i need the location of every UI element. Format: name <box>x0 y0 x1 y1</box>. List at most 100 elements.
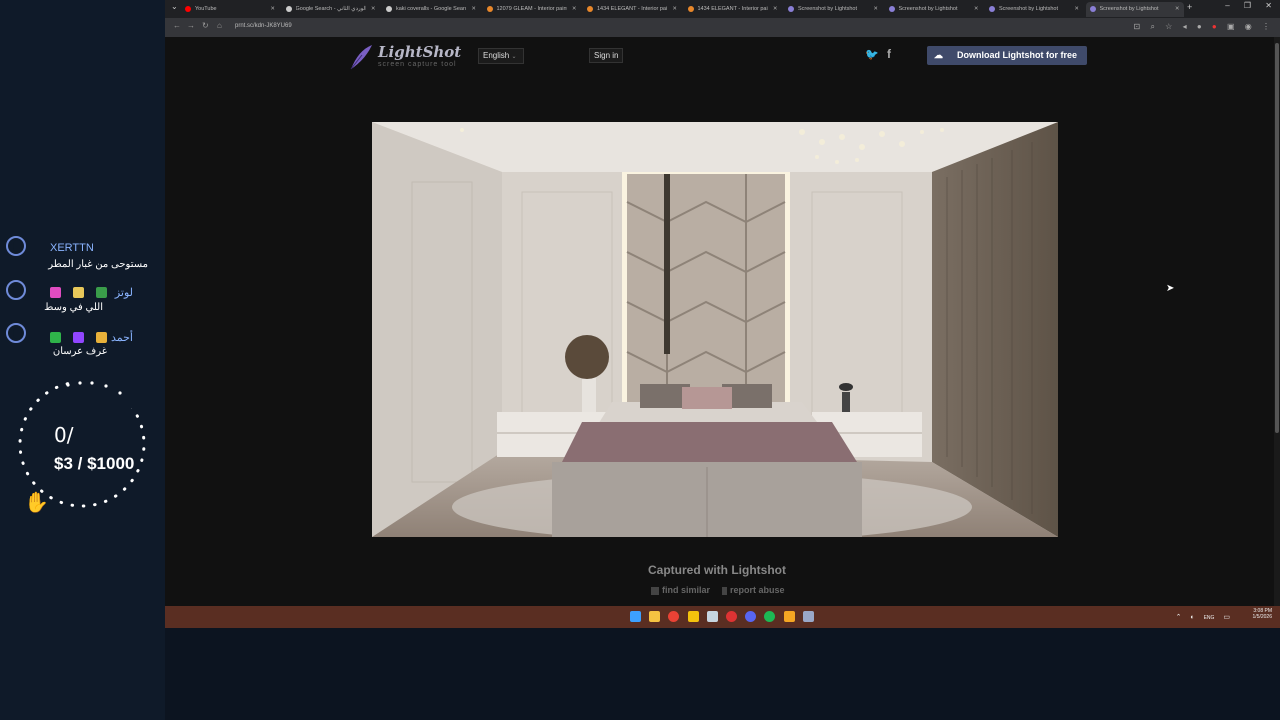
reload-icon[interactable]: ↻ <box>202 21 209 30</box>
url-field[interactable]: prnt.sc/kdn-JK8YU69 <box>235 23 292 29</box>
browser-tab[interactable]: kaki coveralls - Google Search ✕ <box>382 2 480 17</box>
logo-subtitle: screen capture tool <box>378 61 457 68</box>
browser-tab[interactable]: Google Search - الوردي الثاني ✕ <box>282 2 380 17</box>
chat-username: أحمد <box>111 332 133 344</box>
page-scrollbar[interactable] <box>1274 37 1280 607</box>
restore-icon[interactable]: ❐ <box>1244 1 1251 10</box>
obs-icon[interactable] <box>726 611 737 622</box>
windows-icon[interactable] <box>630 611 641 622</box>
explorer-icon[interactable] <box>649 611 661 622</box>
hand-icon: ✋ <box>24 492 49 514</box>
bookmark-star-icon[interactable]: ☆ <box>1165 22 1172 31</box>
tab-close-icon[interactable]: ✕ <box>974 2 979 17</box>
badge-icon <box>50 286 61 298</box>
browser-tab[interactable]: Screenshot by Lightshot ✕ <box>985 2 1083 17</box>
sign-in-button[interactable]: Sign in <box>589 48 624 63</box>
download-label: Download Lightshot for free <box>957 50 1077 60</box>
logo-name: LightShot <box>378 43 462 61</box>
twitter-icon[interactable]: 🐦 <box>865 48 879 61</box>
close-icon[interactable]: ✕ <box>1265 1 1272 10</box>
chat-message: لوتز اللي في وسط <box>0 280 165 324</box>
tab-favicon-icon <box>285 6 292 12</box>
tab-close-icon[interactable]: ✕ <box>873 2 878 17</box>
moon-icon <box>6 236 26 256</box>
chat-username: لوتز <box>114 287 133 299</box>
tab-search-icon[interactable]: ⌄ <box>171 2 178 11</box>
clock[interactable]: 3:08 PM 1/5/2026 <box>1253 608 1272 620</box>
tab-favicon-icon <box>1089 6 1096 12</box>
extension-icon[interactable]: ● <box>1197 22 1202 31</box>
facebook-icon[interactable]: f <box>887 47 891 61</box>
browser-tab[interactable]: Screenshot by Lightshot ✕ <box>885 2 983 17</box>
page-header: LightShot screen capture tool English ⌄ … <box>165 37 1280 75</box>
mouse-cursor-icon: ➤ <box>1166 283 1175 294</box>
forward-icon[interactable]: → <box>187 21 195 30</box>
chat-badges <box>50 331 116 343</box>
new-tab-button[interactable]: + <box>1187 2 1192 12</box>
tab-label: Screenshot by Lightshot <box>798 6 858 12</box>
tab-close-icon[interactable]: ✕ <box>471 2 476 17</box>
language-indicator[interactable]: ENG <box>1204 615 1215 621</box>
report-abuse-link[interactable]: report abuse <box>722 585 785 595</box>
media-icon[interactable]: ◂ <box>1183 22 1187 31</box>
find-similar-label: find similar <box>662 585 711 595</box>
browser-tab[interactable]: YouTube ✕ <box>181 2 279 17</box>
profile-icon[interactable]: ◉ <box>1245 22 1252 31</box>
terminal-icon[interactable] <box>783 611 795 622</box>
tab-close-icon[interactable]: ✕ <box>1175 2 1180 17</box>
browser-tab[interactable]: Screenshot by Lightshot ✕ <box>784 2 882 17</box>
back-icon[interactable]: ← <box>173 21 181 30</box>
notes-icon[interactable] <box>687 611 699 622</box>
browser-tab[interactable]: Screenshot by Lightshot ✕ <box>1085 2 1184 17</box>
settings-icon[interactable] <box>802 611 814 622</box>
browser-tab[interactable]: 1434 ELEGANT - Interior paint ✕ <box>583 2 681 17</box>
tab-close-icon[interactable]: ✕ <box>270 2 275 17</box>
extension-icon[interactable]: ● <box>1212 22 1217 31</box>
moon-icon <box>6 323 26 343</box>
home-icon[interactable]: ⌂ <box>217 21 222 30</box>
browser-toolbar-icons: ⊡ ⌕ ☆ ◂ ● ● ▣ ◉ ⋮ <box>1126 22 1270 32</box>
tray-chevron-icon[interactable]: ⌃ <box>1176 614 1182 621</box>
tab-close-icon[interactable]: ✕ <box>371 2 376 17</box>
feather-icon <box>350 45 372 70</box>
find-similar-link[interactable]: find similar <box>651 585 710 595</box>
donation-goal: 0/ $3 / $1000 ✋ <box>10 378 160 518</box>
badge-icon <box>73 286 85 298</box>
tab-label: YouTube <box>195 6 217 12</box>
zoom-icon[interactable]: ⌕ <box>1150 22 1154 31</box>
tab-close-icon[interactable]: ✕ <box>572 2 577 17</box>
tab-favicon-icon <box>185 6 191 12</box>
tab-label: Screenshot by Lightshot <box>999 6 1059 12</box>
scrollbar-thumb[interactable] <box>1275 43 1279 433</box>
badge-icon <box>96 286 108 298</box>
browser-tab[interactable]: 1434 ELEGANT - Interior paint ✕ <box>684 2 782 17</box>
spotify-icon[interactable] <box>764 611 776 622</box>
chat-message: أحمد غرف عرسان <box>0 323 165 367</box>
menu-icon[interactable]: ⋮ <box>1262 22 1270 31</box>
tab-label: Google Search - الوردي الثاني <box>295 6 366 12</box>
tray-app-icon[interactable]: ◐ <box>1190 614 1194 621</box>
install-icon[interactable]: ⊡ <box>1134 22 1141 31</box>
steam-icon[interactable] <box>706 611 718 622</box>
chat-text: مستوحى من غبار المطر <box>48 259 148 270</box>
system-tray: ⌃ ◐ ENG ▭ <box>1169 613 1230 621</box>
tab-close-icon[interactable]: ✕ <box>773 2 778 17</box>
extensions-puzzle-icon[interactable]: ▣ <box>1227 22 1235 31</box>
tab-label: 1434 ELEGANT - Interior paint <box>697 6 768 12</box>
tab-close-icon[interactable]: ✕ <box>672 2 677 17</box>
wifi-icon[interactable]: ▭ <box>1223 614 1230 621</box>
tab-favicon-icon <box>687 6 694 12</box>
chat-username: XERTTN <box>50 242 94 254</box>
address-bar-row: ← → ↻ ⌂ prnt.sc/kdn-JK8YU69 ⊡ ⌕ ☆ ◂ ● ● … <box>165 18 1280 37</box>
lightshot-logo[interactable]: LightShot screen capture tool <box>348 43 462 73</box>
minimize-icon[interactable]: – <box>1225 1 1229 10</box>
tab-bar: ⌄ YouTube ✕ Google Search - الوردي الثاني ✕… <box>165 0 1280 18</box>
chevron-down-icon: ⌄ <box>511 54 517 60</box>
tab-close-icon[interactable]: ✕ <box>1074 2 1079 17</box>
chrome-icon[interactable] <box>668 611 680 622</box>
discord-icon[interactable] <box>745 611 757 622</box>
download-button[interactable]: ☁ Download Lightshot for free <box>927 46 1087 65</box>
goal-count: 0/ <box>54 423 74 447</box>
browser-tab[interactable]: 12079 GLEAM - Interior paint ✕ <box>483 2 581 17</box>
language-select[interactable]: English ⌄ <box>478 48 524 64</box>
